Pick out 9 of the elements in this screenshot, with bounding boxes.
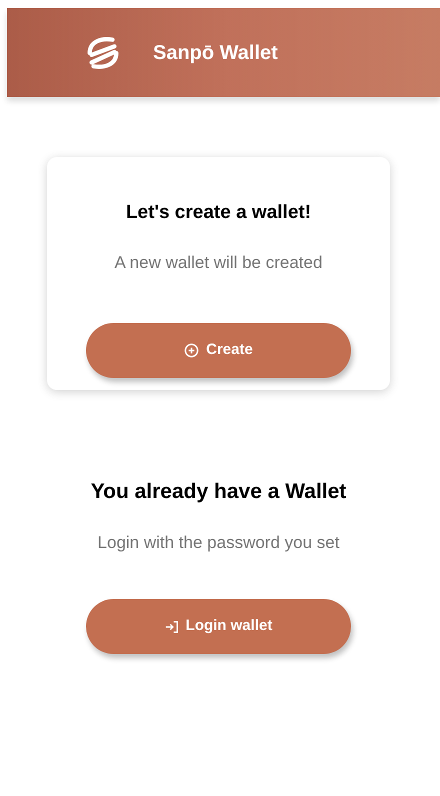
card-title: Let's create a wallet! [126, 201, 312, 225]
card-subtitle: A new wallet will be created [114, 252, 322, 274]
login-button[interactable]: Login wallet [86, 599, 351, 654]
create-button[interactable]: Create [86, 323, 351, 378]
section-title: You already have a Wallet [90, 479, 346, 505]
plus-circle-icon [184, 343, 200, 358]
section-subtitle: Login with the password you set [98, 532, 340, 554]
app-title: Sanpō Wallet [153, 40, 278, 66]
login-icon [164, 620, 179, 634]
